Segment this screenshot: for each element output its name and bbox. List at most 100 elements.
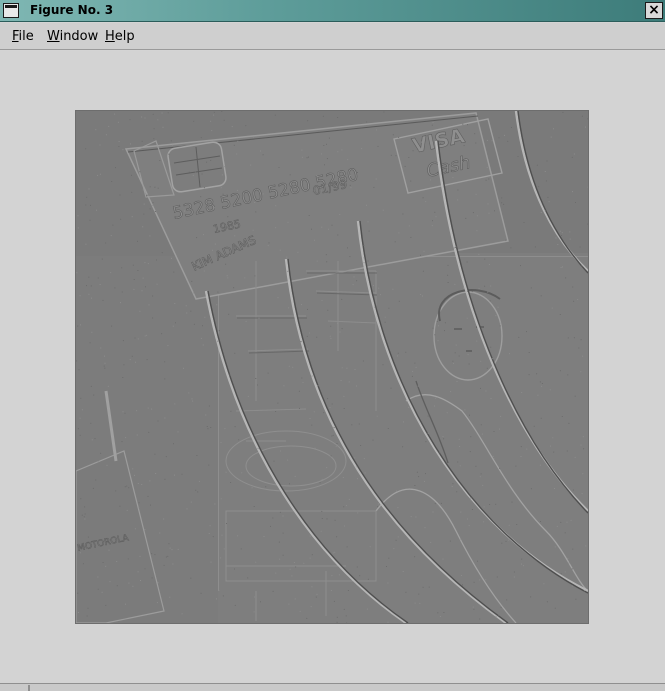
noise-dot — [440, 143, 441, 145]
noise-dot — [544, 171, 546, 172]
noise-dot — [103, 365, 105, 367]
noise-dot — [262, 154, 264, 156]
noise-dot — [520, 265, 521, 267]
noise-dot — [501, 542, 503, 544]
noise-dot — [468, 525, 470, 527]
noise-dot — [439, 616, 441, 617]
window-menu-icon[interactable] — [3, 3, 19, 18]
noise-dot — [444, 322, 446, 324]
noise-dot — [534, 246, 536, 248]
noise-dot — [183, 367, 184, 369]
noise-dot — [579, 246, 581, 248]
noise-dot — [171, 549, 173, 551]
noise-dot — [328, 228, 329, 230]
noise-dot — [104, 355, 105, 357]
noise-dot — [505, 540, 507, 542]
noise-dot — [375, 178, 377, 180]
noise-dot — [141, 484, 143, 485]
noise-dot — [174, 403, 176, 405]
noise-dot — [526, 448, 528, 450]
noise-dot — [366, 608, 368, 610]
noise-dot — [349, 256, 351, 258]
noise-dot — [202, 325, 203, 327]
noise-dot — [216, 304, 218, 306]
noise-dot — [398, 300, 400, 302]
noise-dot — [551, 307, 553, 309]
noise-dot — [110, 235, 112, 237]
noise-dot — [499, 325, 501, 327]
noise-dot — [348, 381, 350, 383]
noise-dot — [206, 161, 208, 163]
noise-dot — [452, 177, 454, 178]
noise-dot — [521, 558, 523, 560]
noise-dot — [314, 447, 316, 449]
noise-dot — [161, 333, 163, 335]
noise-dot — [167, 345, 169, 347]
noise-dot — [509, 353, 510, 355]
noise-dot — [311, 424, 313, 426]
noise-dot — [472, 606, 474, 608]
noise-dot — [414, 485, 416, 486]
noise-dot — [459, 465, 461, 467]
noise-dot — [192, 174, 194, 176]
noise-dot — [217, 291, 219, 293]
menu-file[interactable]: File — [12, 29, 34, 44]
noise-dot — [227, 277, 229, 279]
noise-dot — [504, 134, 505, 136]
noise-dot — [392, 288, 394, 290]
status-bar — [0, 683, 665, 691]
noise-dot — [300, 341, 302, 343]
noise-dot — [100, 347, 102, 349]
noise-dot — [151, 205, 153, 206]
noise-dot — [275, 411, 277, 412]
figure-canvas[interactable]: VISA Cash 5328 5200 5280 5280 1985 01/99… — [0, 51, 665, 683]
noise-dot — [434, 211, 436, 213]
noise-dot — [224, 428, 226, 430]
noise-dot — [471, 509, 473, 510]
noise-dot — [463, 145, 465, 147]
noise-dot — [311, 554, 313, 556]
noise-dot — [137, 240, 138, 242]
noise-dot — [499, 428, 500, 430]
noise-dot — [141, 116, 143, 118]
noise-dot — [233, 287, 235, 289]
noise-dot — [149, 235, 151, 237]
noise-dot — [260, 601, 261, 603]
noise-dot — [321, 518, 323, 519]
noise-dot — [234, 604, 236, 606]
noise-dot — [412, 370, 414, 372]
menu-help[interactable]: Help — [105, 29, 135, 44]
noise-dot — [490, 285, 492, 287]
noise-dot — [210, 159, 212, 161]
noise-dot — [515, 465, 517, 467]
noise-dot — [353, 276, 355, 278]
noise-dot — [386, 566, 387, 567]
noise-dot — [134, 337, 136, 339]
noise-dot — [467, 290, 468, 292]
noise-dot — [262, 193, 264, 195]
noise-dot — [85, 243, 87, 245]
noise-dot — [561, 235, 562, 236]
noise-dot — [77, 428, 79, 430]
noise-dot — [118, 146, 120, 147]
noise-dot — [144, 568, 146, 570]
noise-dot — [418, 150, 420, 151]
person-head — [433, 291, 503, 381]
noise-dot — [111, 325, 113, 327]
noise-dot — [146, 334, 148, 336]
noise-dot — [289, 174, 291, 176]
noise-dot — [190, 577, 192, 579]
noise-dot — [376, 415, 378, 417]
noise-dot — [108, 125, 110, 127]
noise-dot — [382, 364, 384, 366]
noise-dot — [460, 538, 462, 540]
menu-window[interactable]: Window — [47, 29, 98, 44]
noise-dot — [294, 475, 296, 477]
noise-dot — [457, 199, 459, 201]
noise-dot — [228, 313, 230, 315]
noise-dot — [257, 384, 258, 386]
noise-dot — [326, 158, 328, 160]
close-button[interactable]: × — [645, 2, 663, 19]
noise-dot — [572, 286, 574, 288]
title-bar[interactable]: Figure No. 3 × — [0, 0, 665, 22]
